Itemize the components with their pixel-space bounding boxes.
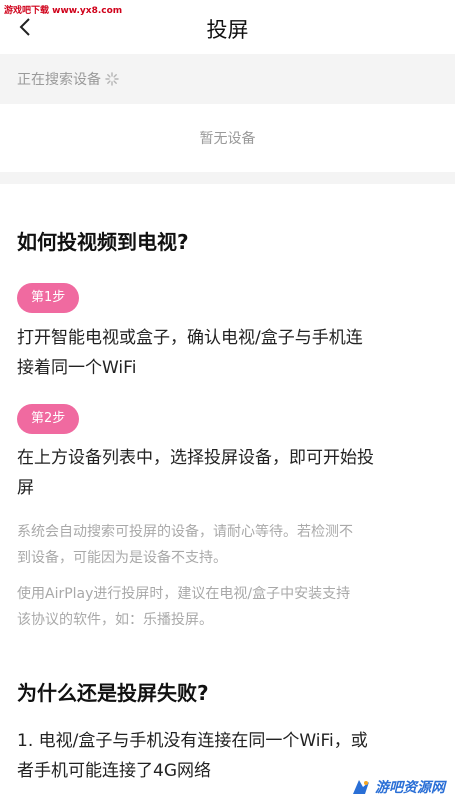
loading-spinner-icon [105,72,119,86]
note-2-line-2: 该协议的软件，如：乐播投屏。 [17,612,213,628]
section-divider [0,172,455,184]
help-content: 如何投视频到电视? 第1步 打开智能电视或盒子，确认电视/盒子与手机连 接着同一… [17,184,437,786]
watermark-bottom: 游吧资源网 [347,776,449,798]
note-2: 使用AirPlay进行投屏时，建议在电视/盒子中安装支持 该协议的软件，如：乐播… [17,581,437,633]
step-1-text: 打开智能电视或盒子，确认电视/盒子与手机连 接着同一个WiFi [17,323,437,383]
searching-status-bar: 正在搜索设备 [0,54,455,104]
note-1: 系统会自动搜索可投屏的设备，请耐心等待。若检测不 到设备，可能因为是设备不支持。 [17,519,437,571]
watermark-text-top: 游戏吧下载 www.yx8.com [4,6,123,16]
faq-item-1-line-1: 1. 电视/盒子与手机没有连接在同一个WiFi，或 [17,731,368,751]
step-2-text: 在上方设备列表中，选择投屏设备，即可开始投 屏 [17,443,437,503]
site-logo-icon [353,780,369,794]
step-1-line-1: 打开智能电视或盒子，确认电视/盒子与手机连 [17,328,363,348]
step-1-line-2: 接着同一个WiFi [17,358,137,378]
step-2-badge: 第2步 [17,404,80,434]
step-2-line-2: 屏 [17,478,34,498]
empty-device-text: 暂无设备 [199,131,256,147]
note-2-line-1: 使用AirPlay进行投屏时，建议在电视/盒子中安装支持 [17,586,351,602]
note-1-line-2: 到设备，可能因为是设备不支持。 [17,550,227,566]
page-title: 投屏 [206,18,249,42]
watermark-text-bottom: 游吧资源网 [375,780,445,796]
step-2-line-1: 在上方设备列表中，选择投屏设备，即可开始投 [17,448,374,468]
searching-status-text: 正在搜索设备 [17,72,101,88]
step-1-badge: 第1步 [17,283,80,313]
guide-heading: 如何投视频到电视? [17,230,189,254]
faq-heading: 为什么还是投屏失败? [17,681,209,705]
device-list: 暂无设备 [0,104,455,172]
note-1-line-1: 系统会自动搜索可投屏的设备，请耐心等待。若检测不 [17,524,353,540]
